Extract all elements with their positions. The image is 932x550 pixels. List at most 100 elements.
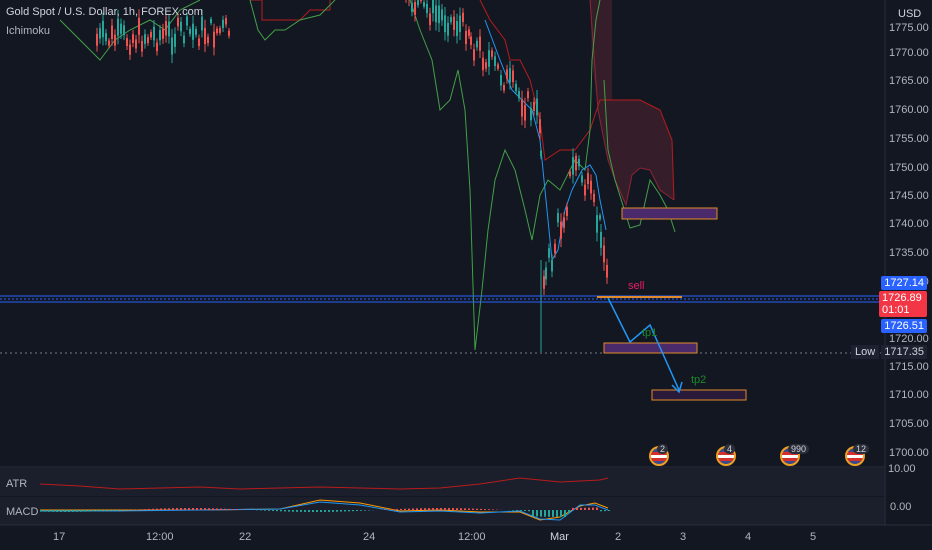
price-tick: 1715.00 <box>889 361 929 373</box>
price-tick: 1700.00 <box>889 447 929 459</box>
macd-bar <box>144 509 146 510</box>
macd-bar <box>448 508 450 510</box>
candle-body <box>465 30 467 45</box>
atr-label[interactable]: ATR <box>6 478 27 490</box>
event-count-badge: 12 <box>853 444 870 454</box>
candle-body <box>414 2 416 15</box>
candle-body <box>479 36 481 51</box>
macd-bar <box>68 510 70 512</box>
macd-bar <box>584 507 586 510</box>
symbol-title[interactable]: Gold Spot / U.S. Dollar, 1h, FOREX.com <box>6 6 203 18</box>
candle-body <box>126 38 128 47</box>
macd-bar <box>436 508 438 510</box>
candle-body <box>150 32 152 38</box>
macd-label[interactable]: MACD <box>6 506 38 518</box>
event-flag-icon[interactable]: 990 <box>780 444 810 466</box>
candle-body <box>476 40 478 48</box>
event-flag-icon[interactable]: 2 <box>649 444 673 466</box>
macd-bar <box>304 510 306 512</box>
macd-bar <box>84 510 86 512</box>
candle-body <box>198 38 200 47</box>
candle-body <box>147 37 149 43</box>
candle-body <box>572 157 574 175</box>
macd-bar <box>528 510 530 512</box>
macd-bar <box>404 508 406 510</box>
macd-bar <box>308 510 310 512</box>
candle-body <box>153 26 155 41</box>
macd-bar <box>300 510 302 512</box>
indicator-name[interactable]: Ichimoku <box>6 25 50 37</box>
price-tick: 1740.00 <box>889 218 929 230</box>
chikou-line <box>59 0 676 351</box>
macd-bar <box>140 509 142 510</box>
macd-bar <box>456 508 458 510</box>
sell-label: sell <box>628 280 645 292</box>
candle-body <box>411 3 413 12</box>
candle-body <box>485 62 487 69</box>
price-tag-blue-top: 1727.14 <box>881 276 927 290</box>
candle-body <box>165 21 167 36</box>
macd-bar <box>488 509 490 510</box>
candle-body <box>512 70 514 82</box>
macd-bar <box>460 508 462 510</box>
chart-canvas[interactable]: sell tp1 tp2 <box>0 0 932 550</box>
tp2-zone[interactable] <box>651 389 747 401</box>
macd-bar <box>332 510 334 512</box>
macd-bar <box>468 508 470 510</box>
candle-body <box>117 18 119 36</box>
macd-bar <box>316 510 318 512</box>
candle-body <box>578 158 580 167</box>
candle-body <box>174 33 176 47</box>
macd-bar <box>348 510 350 512</box>
macd-bar <box>568 510 570 513</box>
time-tick: Mar <box>550 531 569 543</box>
candle-body <box>204 27 206 45</box>
event-flag-icon[interactable]: 4 <box>716 444 740 466</box>
macd-bar <box>100 510 102 512</box>
candle-body <box>417 0 419 6</box>
candle-body <box>432 0 434 14</box>
macd-bar <box>60 510 62 512</box>
candle-body <box>494 56 496 67</box>
macd-bar <box>540 510 542 517</box>
candle-body <box>530 108 532 121</box>
resistance-zone[interactable] <box>621 207 718 220</box>
macd-bar <box>276 510 278 512</box>
macd-bar <box>352 510 354 512</box>
candle-body <box>524 105 526 121</box>
candle-body <box>426 3 428 14</box>
macd-bar <box>364 510 366 511</box>
candle-body <box>444 15 446 33</box>
macd-bar <box>288 510 290 512</box>
macd-bar <box>224 508 226 510</box>
candle-body <box>590 180 592 194</box>
candle-body <box>503 84 505 91</box>
tp1-zone[interactable] <box>603 342 698 354</box>
time-tick: 17 <box>53 531 66 543</box>
candle-body <box>596 215 598 233</box>
candle-body <box>563 217 565 228</box>
candle-body <box>548 248 550 258</box>
macd-bar <box>164 508 166 510</box>
candle-body <box>575 155 577 162</box>
candle-body <box>201 16 203 31</box>
candle-body <box>159 30 161 41</box>
event-flag-icon[interactable]: 12 <box>845 444 870 466</box>
candle-body <box>581 175 583 183</box>
macd-bar <box>356 510 358 512</box>
macd-bar <box>280 510 282 512</box>
candle-body <box>210 18 212 24</box>
atr-axis-value: 10.00 <box>888 463 916 475</box>
candle-body <box>488 50 490 67</box>
candle-body <box>108 40 110 46</box>
macd-bar <box>284 510 286 512</box>
price-tick: 1735.00 <box>889 247 929 259</box>
candle-body <box>473 49 475 61</box>
candle-body <box>470 36 472 45</box>
price-tick: 1745.00 <box>889 190 929 202</box>
candle-body <box>222 19 224 28</box>
candle-body <box>156 42 158 52</box>
candle-body <box>96 33 98 46</box>
candle-body <box>213 31 215 48</box>
candle-body <box>105 33 107 42</box>
